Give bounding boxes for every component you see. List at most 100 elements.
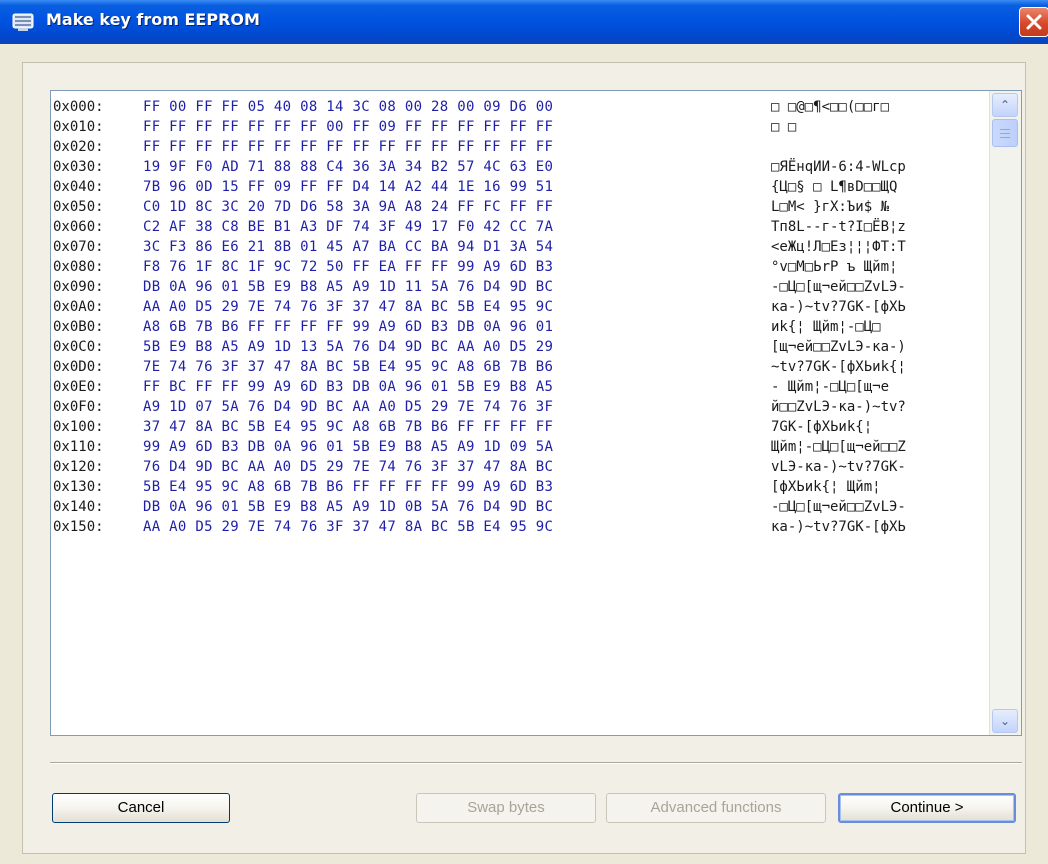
hex-bytes: AA A0 D5 29 7E 74 76 3F 37 47 8A BC 5B E… xyxy=(143,299,554,315)
hex-bytes: 99 A9 6D B3 DB 0A 96 01 5B E9 B8 A5 A9 1… xyxy=(143,439,554,455)
hex-ascii: ка-)~tv?7GК-[фХЬ xyxy=(771,519,906,535)
hex-row: 0x040: 7B 96 0D 15 FF 09 FF FF D4 14 A2 4… xyxy=(51,177,987,197)
hex-address: 0x080: xyxy=(53,259,104,275)
separator-line xyxy=(50,762,1022,764)
hex-row: 0x090: DB 0A 96 01 5B E9 B8 A5 A9 1D 11 5… xyxy=(51,277,987,297)
hex-dump-view[interactable]: 0x000: FF 00 FF FF 05 40 08 14 3C 08 00 2… xyxy=(50,90,1022,736)
close-button[interactable] xyxy=(1019,7,1048,37)
hex-address: 0x030: xyxy=(53,159,104,175)
scroll-down-button[interactable]: ⌄ xyxy=(992,709,1018,733)
hex-bytes: A9 1D 07 5A 76 D4 9D BC AA A0 D5 29 7E 7… xyxy=(143,399,554,415)
hex-row: 0x0F0: A9 1D 07 5A 76 D4 9D BC AA A0 D5 2… xyxy=(51,397,987,417)
chevron-down-icon: ⌄ xyxy=(999,714,1011,728)
hex-ascii: [фХЬиk{¦ Щйm¦ xyxy=(771,479,881,495)
hex-row: 0x150: AA A0 D5 29 7E 74 76 3F 37 47 8A B… xyxy=(51,517,987,537)
hex-bytes: 19 9F F0 AD 71 88 88 C4 36 3A 34 B2 57 4… xyxy=(143,159,554,175)
thumb-grip xyxy=(1000,137,1010,138)
hex-ascii: ка-)~tv?7GК-[фХЬ xyxy=(771,299,906,315)
hex-ascii: □ □ xyxy=(771,119,797,135)
hex-bytes: FF 00 FF FF 05 40 08 14 3C 08 00 28 00 0… xyxy=(143,99,554,115)
hex-ascii: ~tv?7GК-[фХЬиk{¦ xyxy=(771,359,906,375)
hex-bytes: 5B E9 B8 A5 A9 1D 13 5A 76 D4 9D BC AA A… xyxy=(143,339,554,355)
hex-ascii: -□Ц□[щ¬ей□□ZvLЭ- xyxy=(771,279,906,295)
continue-button[interactable]: Continue > xyxy=(838,793,1016,823)
hex-ascii: □ □@□¶<□□(□□г□ xyxy=(771,99,890,115)
vertical-scrollbar[interactable]: ⌃ ⌄ xyxy=(989,91,1021,735)
hex-row: 0x060: C2 AF 38 C8 BE B1 A3 DF 74 3F 49 1… xyxy=(51,217,987,237)
hex-ascii: Щйm¦-□Ц□[щ¬ей□□Z xyxy=(771,439,906,455)
hex-address: 0x150: xyxy=(53,519,104,535)
hex-address: 0x0E0: xyxy=(53,379,104,395)
hex-row: 0x120: 76 D4 9D BC AA A0 D5 29 7E 74 76 3… xyxy=(51,457,987,477)
scroll-up-button[interactable]: ⌃ xyxy=(992,93,1018,117)
thumb-grip xyxy=(1000,129,1010,130)
hex-address: 0x000: xyxy=(53,99,104,115)
hex-row: 0x050: C0 1D 8C 3C 20 7D D6 58 3A 9A A8 2… xyxy=(51,197,987,217)
hex-address: 0x110: xyxy=(53,439,104,455)
swap-bytes-button[interactable]: Swap bytes xyxy=(416,793,596,823)
hex-bytes: 5B E4 95 9C A8 6B 7B B6 FF FF FF FF 99 A… xyxy=(143,479,554,495)
hex-address: 0x120: xyxy=(53,459,104,475)
hex-address: 0x090: xyxy=(53,279,104,295)
hex-address: 0x0A0: xyxy=(53,299,104,315)
chevron-up-icon: ⌃ xyxy=(999,98,1011,112)
hex-ascii: й□□ZvLЭ-ка-)~tv? xyxy=(771,399,906,415)
scroll-thumb[interactable] xyxy=(992,119,1018,147)
hex-address: 0x0C0: xyxy=(53,339,104,355)
hex-ascii: {Ц□§ □ L¶вD□□ЩQ xyxy=(771,179,898,195)
hex-ascii: L□М< }гX:Ъи$ № xyxy=(771,199,890,215)
hex-row: 0x010: FF FF FF FF FF FF FF 00 FF 09 FF F… xyxy=(51,117,987,137)
hex-address: 0x060: xyxy=(53,219,104,235)
hex-ascii: °v□М□ЬrР ъ Щйm¦ xyxy=(771,259,898,275)
hex-bytes: DB 0A 96 01 5B E9 B8 A5 A9 1D 11 5A 76 D… xyxy=(143,279,554,295)
hex-bytes: F8 76 1F 8C 1F 9C 72 50 FF EA FF FF 99 A… xyxy=(143,259,554,275)
hex-bytes: 37 47 8A BC 5B E4 95 9C A8 6B 7B B6 FF F… xyxy=(143,419,554,435)
hex-bytes: AA A0 D5 29 7E 74 76 3F 37 47 8A BC 5B E… xyxy=(143,519,554,535)
hex-address: 0x0D0: xyxy=(53,359,104,375)
thumb-grip xyxy=(1000,133,1010,134)
hex-address: 0x010: xyxy=(53,119,104,135)
hex-bytes: C2 AF 38 C8 BE B1 A3 DF 74 3F 49 17 F0 4… xyxy=(143,219,554,235)
hex-bytes: 7B 96 0D 15 FF 09 FF FF D4 14 A2 44 1E 1… xyxy=(143,179,554,195)
hex-bytes: 7E 74 76 3F 37 47 8A BC 5B E4 95 9C A8 6… xyxy=(143,359,554,375)
advanced-functions-button[interactable]: Advanced functions xyxy=(606,793,826,823)
hex-ascii: <еЖц!Л□Eз¦¦¦ФТ:Т xyxy=(771,239,906,255)
cancel-button[interactable]: Cancel xyxy=(52,793,230,823)
hex-row: 0x000: FF 00 FF FF 05 40 08 14 3C 08 00 2… xyxy=(51,97,987,117)
hex-row: 0x0E0: FF BC FF FF 99 A9 6D B3 DB 0A 96 0… xyxy=(51,377,987,397)
app-icon xyxy=(12,13,34,31)
hex-address: 0x130: xyxy=(53,479,104,495)
hex-ascii: иk{¦ Щйm¦-□Ц□ xyxy=(771,319,881,335)
hex-row: 0x0B0: A8 6B 7B B6 FF FF FF FF 99 A9 6D B… xyxy=(51,317,987,337)
hex-bytes: FF BC FF FF 99 A9 6D B3 DB 0A 96 01 5B E… xyxy=(143,379,554,395)
hex-address: 0x050: xyxy=(53,199,104,215)
hex-ascii: □ЯЁнqИИ-6:4-WLcр xyxy=(771,159,906,175)
hex-row: 0x020: FF FF FF FF FF FF FF FF FF FF FF F… xyxy=(51,137,987,157)
hex-address: 0x0B0: xyxy=(53,319,104,335)
hex-row: 0x0D0: 7E 74 76 3F 37 47 8A BC 5B E4 95 9… xyxy=(51,357,987,377)
hex-address: 0x020: xyxy=(53,139,104,155)
hex-row: 0x130: 5B E4 95 9C A8 6B 7B B6 FF FF FF F… xyxy=(51,477,987,497)
hex-row: 0x030: 19 9F F0 AD 71 88 88 C4 36 3A 34 B… xyxy=(51,157,987,177)
hex-row: 0x0A0: AA A0 D5 29 7E 74 76 3F 37 47 8A B… xyxy=(51,297,987,317)
hex-ascii: 7GК-[фХЬиk{¦ xyxy=(771,419,873,435)
hex-row: 0x110: 99 A9 6D B3 DB 0A 96 01 5B E9 B8 A… xyxy=(51,437,987,457)
hex-row: 0x080: F8 76 1F 8C 1F 9C 72 50 FF EA FF F… xyxy=(51,257,987,277)
hex-ascii: vLЭ-ка-)~tv?7GК- xyxy=(771,459,906,475)
hex-bytes: FF FF FF FF FF FF FF 00 FF 09 FF FF FF F… xyxy=(143,119,554,135)
hex-bytes: A8 6B 7B B6 FF FF FF FF 99 A9 6D B3 DB 0… xyxy=(143,319,554,335)
hex-ascii: [щ¬ей□□ZvLЭ-ка-) xyxy=(771,339,906,355)
hex-ascii: - Щйm¦-□Ц□[щ¬е xyxy=(771,379,890,395)
close-icon xyxy=(1026,14,1042,30)
hex-address: 0x140: xyxy=(53,499,104,515)
hex-bytes: C0 1D 8C 3C 20 7D D6 58 3A 9A A8 24 FF F… xyxy=(143,199,554,215)
hex-ascii: -□Ц□[щ¬ей□□ZvLЭ- xyxy=(771,499,906,515)
hex-address: 0x070: xyxy=(53,239,104,255)
title-bar[interactable]: Make key from EEPROM xyxy=(0,0,1048,44)
hex-address: 0x040: xyxy=(53,179,104,195)
hex-bytes: 3C F3 86 E6 21 8B 01 45 A7 BA CC BA 94 D… xyxy=(143,239,554,255)
hex-bytes: DB 0A 96 01 5B E9 B8 A5 A9 1D 0B 5A 76 D… xyxy=(143,499,554,515)
hex-row: 0x070: 3C F3 86 E6 21 8B 01 45 A7 BA CC B… xyxy=(51,237,987,257)
hex-row: 0x140: DB 0A 96 01 5B E9 B8 A5 A9 1D 0B 5… xyxy=(51,497,987,517)
hex-bytes: 76 D4 9D BC AA A0 D5 29 7E 74 76 3F 37 4… xyxy=(143,459,554,475)
